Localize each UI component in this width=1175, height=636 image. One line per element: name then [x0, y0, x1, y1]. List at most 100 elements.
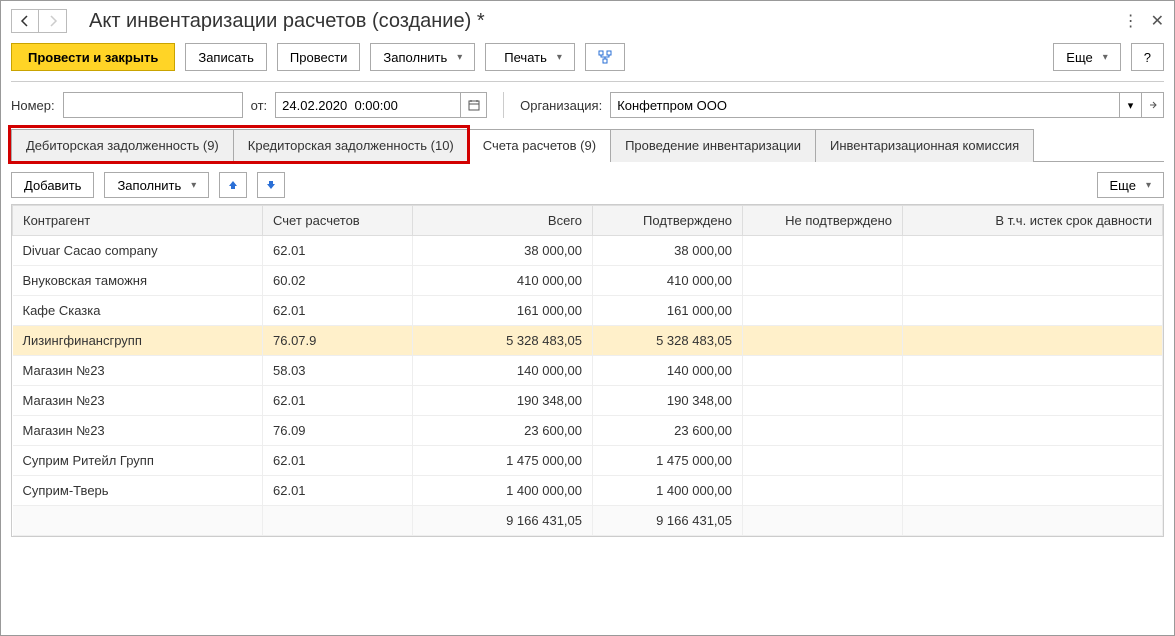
col-account[interactable]: Счет расчетов	[263, 206, 413, 236]
cell-counterparty[interactable]: Магазин №23	[13, 416, 263, 446]
cell-confirmed[interactable]: 161 000,00	[593, 296, 743, 326]
cell-account[interactable]: 62.01	[263, 386, 413, 416]
cell-account[interactable]: 60.02	[263, 266, 413, 296]
cell-confirmed[interactable]: 410 000,00	[593, 266, 743, 296]
table-row[interactable]: Кафе Сказка62.01161 000,00161 000,00	[13, 296, 1163, 326]
table-row[interactable]: Лизингфинансгрупп76.07.95 328 483,055 32…	[13, 326, 1163, 356]
cell-account[interactable]: 58.03	[263, 356, 413, 386]
cell-confirmed[interactable]: 190 348,00	[593, 386, 743, 416]
table-row[interactable]: Магазин №2362.01190 348,00190 348,00	[13, 386, 1163, 416]
fill-rows-button[interactable]: Заполнить	[104, 172, 209, 198]
cell-total[interactable]: 23 600,00	[413, 416, 593, 446]
forward-button[interactable]	[39, 9, 67, 33]
tab-commission[interactable]: Инвентаризационная комиссия	[815, 129, 1034, 162]
cell-account[interactable]: 62.01	[263, 296, 413, 326]
cell-unconfirmed[interactable]	[743, 296, 903, 326]
tab-inventory[interactable]: Проведение инвентаризации	[610, 129, 816, 162]
cell-expired[interactable]	[903, 446, 1163, 476]
cell-counterparty[interactable]: Внуковская таможня	[13, 266, 263, 296]
cell-expired[interactable]	[903, 296, 1163, 326]
close-icon[interactable]: ✕	[1151, 11, 1164, 31]
accounts-table[interactable]: Контрагент Счет расчетов Всего Подтвержд…	[12, 205, 1163, 536]
table-row[interactable]: Суприм Ритейл Групп62.011 475 000,001 47…	[13, 446, 1163, 476]
cell-confirmed[interactable]: 23 600,00	[593, 416, 743, 446]
org-dropdown-button[interactable]: ▾	[1120, 92, 1142, 118]
cell-account[interactable]: 62.01	[263, 446, 413, 476]
cell-confirmed[interactable]: 38 000,00	[593, 236, 743, 266]
move-down-button[interactable]	[257, 172, 285, 198]
table-row[interactable]: Внуковская таможня60.02410 000,00410 000…	[13, 266, 1163, 296]
cell-counterparty[interactable]: Суприм Ритейл Групп	[13, 446, 263, 476]
table-row[interactable]: Магазин №2376.0923 600,0023 600,00	[13, 416, 1163, 446]
cell-expired[interactable]	[903, 356, 1163, 386]
cell-confirmed[interactable]: 1 400 000,00	[593, 476, 743, 506]
cell-counterparty[interactable]: Лизингфинансгрупп	[13, 326, 263, 356]
cell-counterparty[interactable]: Магазин №23	[13, 356, 263, 386]
number-input[interactable]	[63, 92, 243, 118]
cell-counterparty[interactable]: Divuar Cacao company	[13, 236, 263, 266]
cell-unconfirmed[interactable]	[743, 236, 903, 266]
col-counterparty[interactable]: Контрагент	[13, 206, 263, 236]
cell-account[interactable]: 76.09	[263, 416, 413, 446]
cell-account[interactable]: 62.01	[263, 476, 413, 506]
cell-expired[interactable]	[903, 416, 1163, 446]
cell-account[interactable]: 62.01	[263, 236, 413, 266]
more-menu-icon[interactable]: ⋮	[1123, 11, 1139, 31]
cell-total[interactable]: 5 328 483,05	[413, 326, 593, 356]
fill-button[interactable]: Заполнить	[370, 43, 475, 71]
cell-total[interactable]: 161 000,00	[413, 296, 593, 326]
tab-creditors[interactable]: Кредиторская задолженность (10)	[233, 129, 469, 162]
save-button[interactable]: Записать	[185, 43, 267, 71]
cell-unconfirmed[interactable]	[743, 386, 903, 416]
more-button[interactable]: Еще	[1053, 43, 1120, 71]
table-row[interactable]: Магазин №2358.03140 000,00140 000,00	[13, 356, 1163, 386]
cell-unconfirmed[interactable]	[743, 416, 903, 446]
cell-total[interactable]: 140 000,00	[413, 356, 593, 386]
cell-confirmed[interactable]: 1 475 000,00	[593, 446, 743, 476]
cell-account[interactable]: 76.07.9	[263, 326, 413, 356]
tab-debtors[interactable]: Дебиторская задолженность (9)	[11, 129, 234, 162]
cell-total[interactable]: 1 475 000,00	[413, 446, 593, 476]
move-up-button[interactable]	[219, 172, 247, 198]
table-row[interactable]: Суприм-Тверь62.011 400 000,001 400 000,0…	[13, 476, 1163, 506]
cell-counterparty[interactable]: Кафе Сказка	[13, 296, 263, 326]
organization-input[interactable]	[610, 92, 1120, 118]
calendar-button[interactable]	[461, 92, 487, 118]
arrow-right-icon	[47, 15, 59, 27]
tab-accounts[interactable]: Счета расчетов (9)	[468, 129, 611, 162]
back-button[interactable]	[11, 9, 39, 33]
col-expired[interactable]: В т.ч. истек срок давности	[903, 206, 1163, 236]
cell-counterparty[interactable]: Магазин №23	[13, 386, 263, 416]
cell-expired[interactable]	[903, 326, 1163, 356]
cell-unconfirmed[interactable]	[743, 356, 903, 386]
cell-total[interactable]: 1 400 000,00	[413, 476, 593, 506]
structure-button[interactable]	[585, 43, 625, 71]
help-button[interactable]: ?	[1131, 43, 1164, 71]
cell-unconfirmed[interactable]	[743, 326, 903, 356]
cell-expired[interactable]	[903, 266, 1163, 296]
cell-confirmed[interactable]: 140 000,00	[593, 356, 743, 386]
cell-expired[interactable]	[903, 386, 1163, 416]
org-open-button[interactable]	[1142, 92, 1164, 118]
cell-confirmed[interactable]: 5 328 483,05	[593, 326, 743, 356]
cell-total[interactable]: 190 348,00	[413, 386, 593, 416]
cell-unconfirmed[interactable]	[743, 476, 903, 506]
post-and-close-button[interactable]: Провести и закрыть	[11, 43, 175, 71]
cell-unconfirmed[interactable]	[743, 446, 903, 476]
col-total[interactable]: Всего	[413, 206, 593, 236]
date-input[interactable]	[275, 92, 461, 118]
col-confirmed[interactable]: Подтверждено	[593, 206, 743, 236]
table-header-row: Контрагент Счет расчетов Всего Подтвержд…	[13, 206, 1163, 236]
col-unconfirmed[interactable]: Не подтверждено	[743, 206, 903, 236]
post-button[interactable]: Провести	[277, 43, 361, 71]
print-button[interactable]: Печать	[485, 43, 575, 71]
cell-unconfirmed[interactable]	[743, 266, 903, 296]
cell-counterparty[interactable]: Суприм-Тверь	[13, 476, 263, 506]
table-row[interactable]: Divuar Cacao company62.0138 000,0038 000…	[13, 236, 1163, 266]
table-more-button[interactable]: Еще	[1097, 172, 1164, 198]
add-row-button[interactable]: Добавить	[11, 172, 94, 198]
cell-expired[interactable]	[903, 236, 1163, 266]
cell-total[interactable]: 38 000,00	[413, 236, 593, 266]
cell-expired[interactable]	[903, 476, 1163, 506]
cell-total[interactable]: 410 000,00	[413, 266, 593, 296]
